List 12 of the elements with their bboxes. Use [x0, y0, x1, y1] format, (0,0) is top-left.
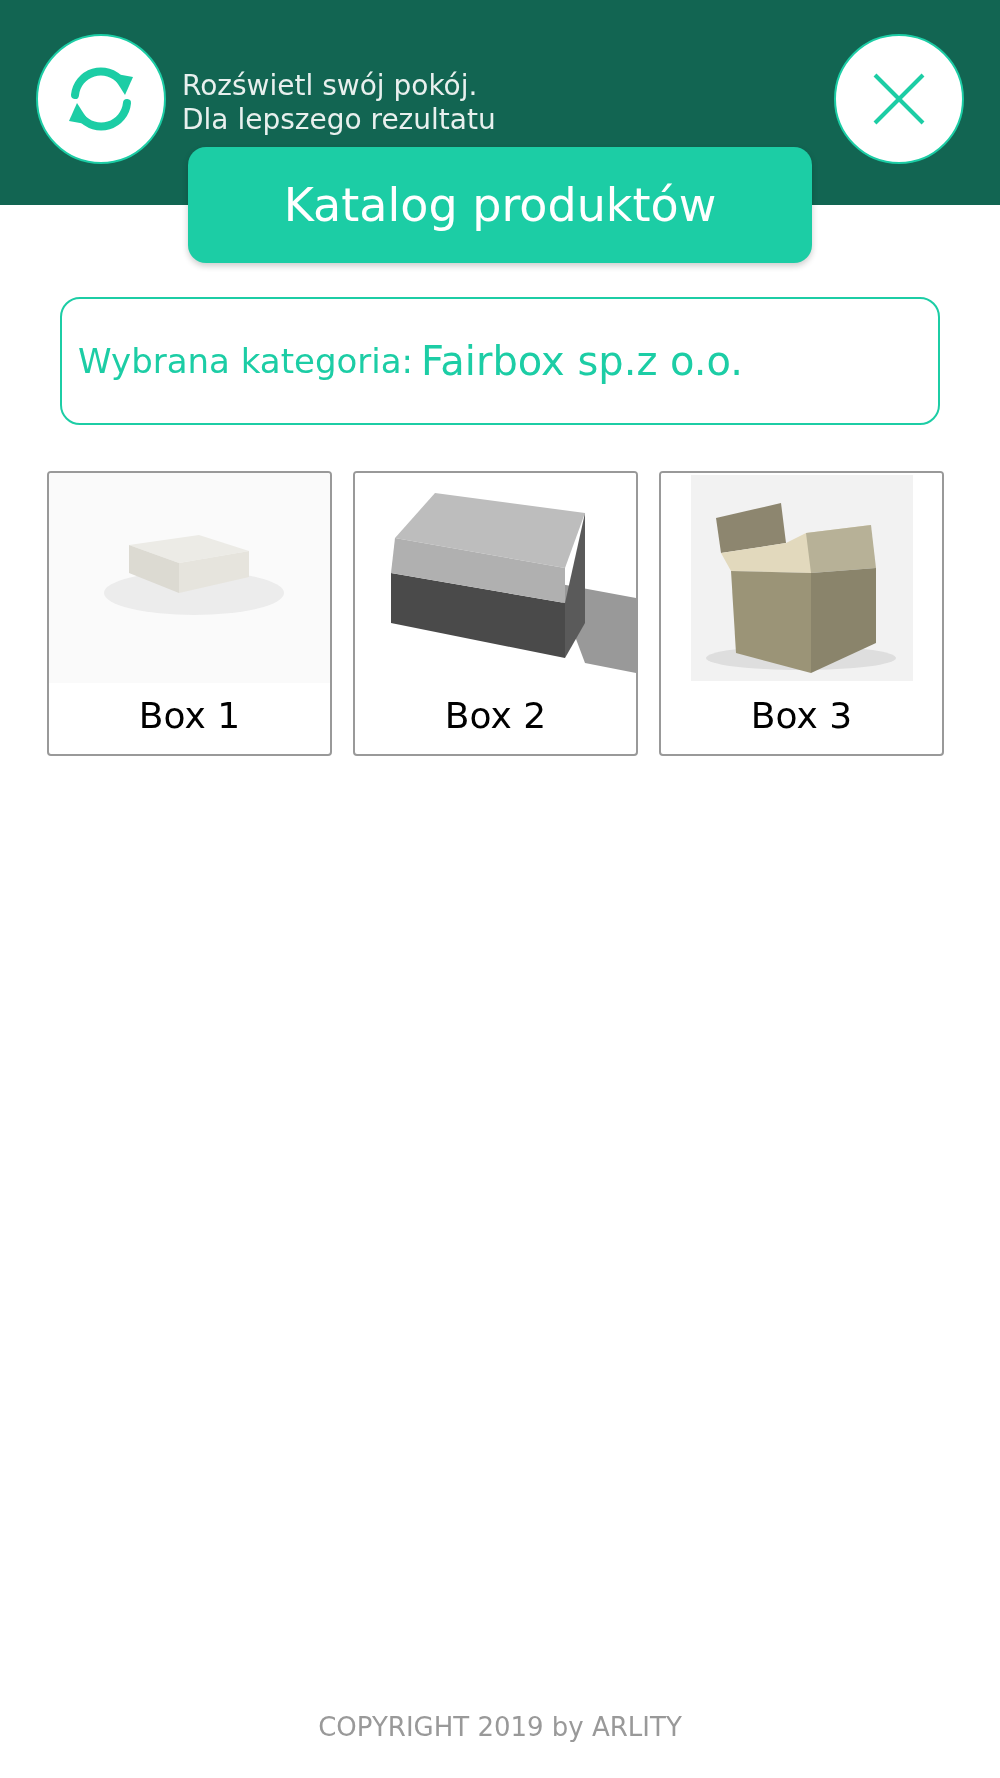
product-card[interactable]: Box 2 [353, 471, 638, 756]
copyright-text: COPYRIGHT 2019 by ARLITY [318, 1712, 682, 1742]
product-card[interactable]: Box 1 [47, 471, 332, 756]
hint-text: Dla lepszego rezultatu [182, 104, 497, 136]
category-value: Fairbox sp.z o.o. [421, 338, 744, 384]
product-name: Box 3 [750, 695, 853, 736]
hint-text: Rozświetl swój pokój. [182, 70, 479, 102]
close-icon [871, 71, 927, 127]
product-name: Box 1 [138, 695, 241, 736]
product-name: Box 2 [444, 695, 547, 736]
category-label: Wybrana kategoria: [78, 341, 413, 381]
product-card[interactable]: Box 3 [659, 471, 944, 756]
